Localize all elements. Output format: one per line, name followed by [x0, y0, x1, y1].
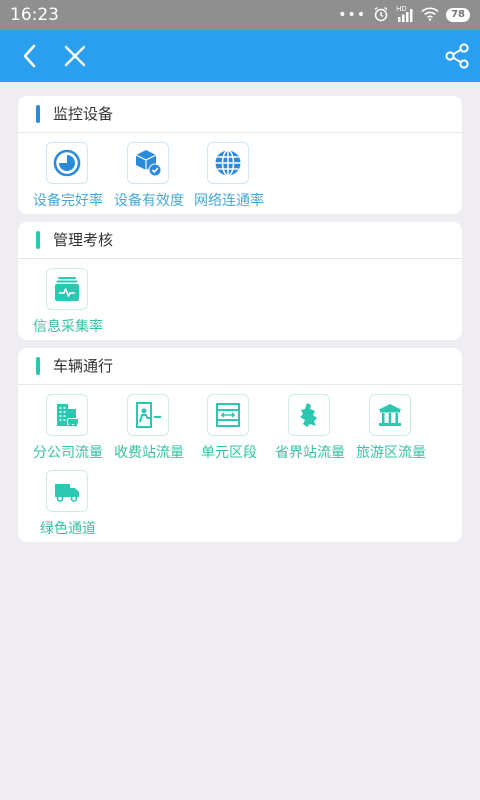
status-bar: 16:23 ••• HD 78: [0, 0, 480, 30]
alarm-icon: [373, 6, 389, 25]
status-icons: ••• HD 78: [338, 5, 470, 25]
province-map-icon: [288, 394, 330, 436]
share-button[interactable]: [440, 30, 474, 82]
tile-equipment-integrity[interactable]: 设备完好率: [28, 136, 110, 210]
wifi-icon: [421, 7, 439, 24]
section-accent-bar: [36, 105, 40, 123]
pavilion-icon: [369, 394, 411, 436]
globe-icon: [207, 142, 249, 184]
tile-branch-traffic[interactable]: 分公司流量: [28, 388, 110, 462]
tile-label: 信息采集率: [33, 319, 103, 335]
back-button[interactable]: [12, 30, 48, 82]
signal-hd-label: HD: [396, 5, 407, 13]
close-icon: [64, 45, 86, 67]
tile-label: 绿色通道: [40, 521, 96, 537]
signal-icon: HD: [396, 5, 414, 22]
tile-toll-station-traffic[interactable]: 收费站流量: [109, 388, 191, 462]
tile-scenic-area-traffic[interactable]: 旅游区流量: [351, 388, 433, 462]
chevron-left-icon: [23, 44, 36, 68]
tile-unit-segment[interactable]: 单元区段: [189, 388, 271, 462]
section-title: 监控设备: [53, 105, 114, 123]
status-time: 16:23: [10, 5, 59, 25]
more-dots-icon: •••: [338, 7, 367, 23]
tile-info-collection[interactable]: 信息采集率: [28, 262, 110, 336]
battery-icon: 78: [446, 8, 470, 22]
pie-gauge-icon: [46, 142, 88, 184]
section-title: 管理考核: [53, 231, 114, 249]
section-title: 车辆通行: [53, 357, 114, 375]
tile-green-channel[interactable]: 绿色通道: [28, 464, 110, 538]
tile-equipment-effectiveness[interactable]: 设备有效度: [109, 136, 191, 210]
tile-label: 旅游区流量: [356, 445, 426, 461]
tile-provincial-border-traffic[interactable]: 省界站流量: [270, 388, 352, 462]
section-accent-bar: [36, 231, 40, 249]
office-building-icon: [46, 394, 88, 436]
road-segment-icon: [207, 394, 249, 436]
section-vehicle-traffic: 车辆通行 分公司流量 收费站流量 单元区段 省界站流量 旅游区流量 绿色通道: [18, 348, 462, 542]
section-header: 管理考核: [18, 222, 462, 259]
app-bar: [0, 30, 480, 82]
section-monitoring: 监控设备 设备完好率 设备有效度 网络连通率: [18, 96, 462, 214]
section-management: 管理考核 信息采集率: [18, 222, 462, 340]
toll-booth-icon: [127, 394, 169, 436]
cube-check-icon: [127, 142, 169, 184]
close-button[interactable]: [58, 30, 92, 82]
section-header: 车辆通行: [18, 348, 462, 385]
share-icon: [445, 43, 469, 69]
tile-label: 网络连通率: [194, 193, 264, 209]
tile-network-connectivity[interactable]: 网络连通率: [189, 136, 271, 210]
truck-icon: [46, 470, 88, 512]
section-accent-bar: [36, 357, 40, 375]
data-tray-icon: [46, 268, 88, 310]
section-header: 监控设备: [18, 96, 462, 133]
